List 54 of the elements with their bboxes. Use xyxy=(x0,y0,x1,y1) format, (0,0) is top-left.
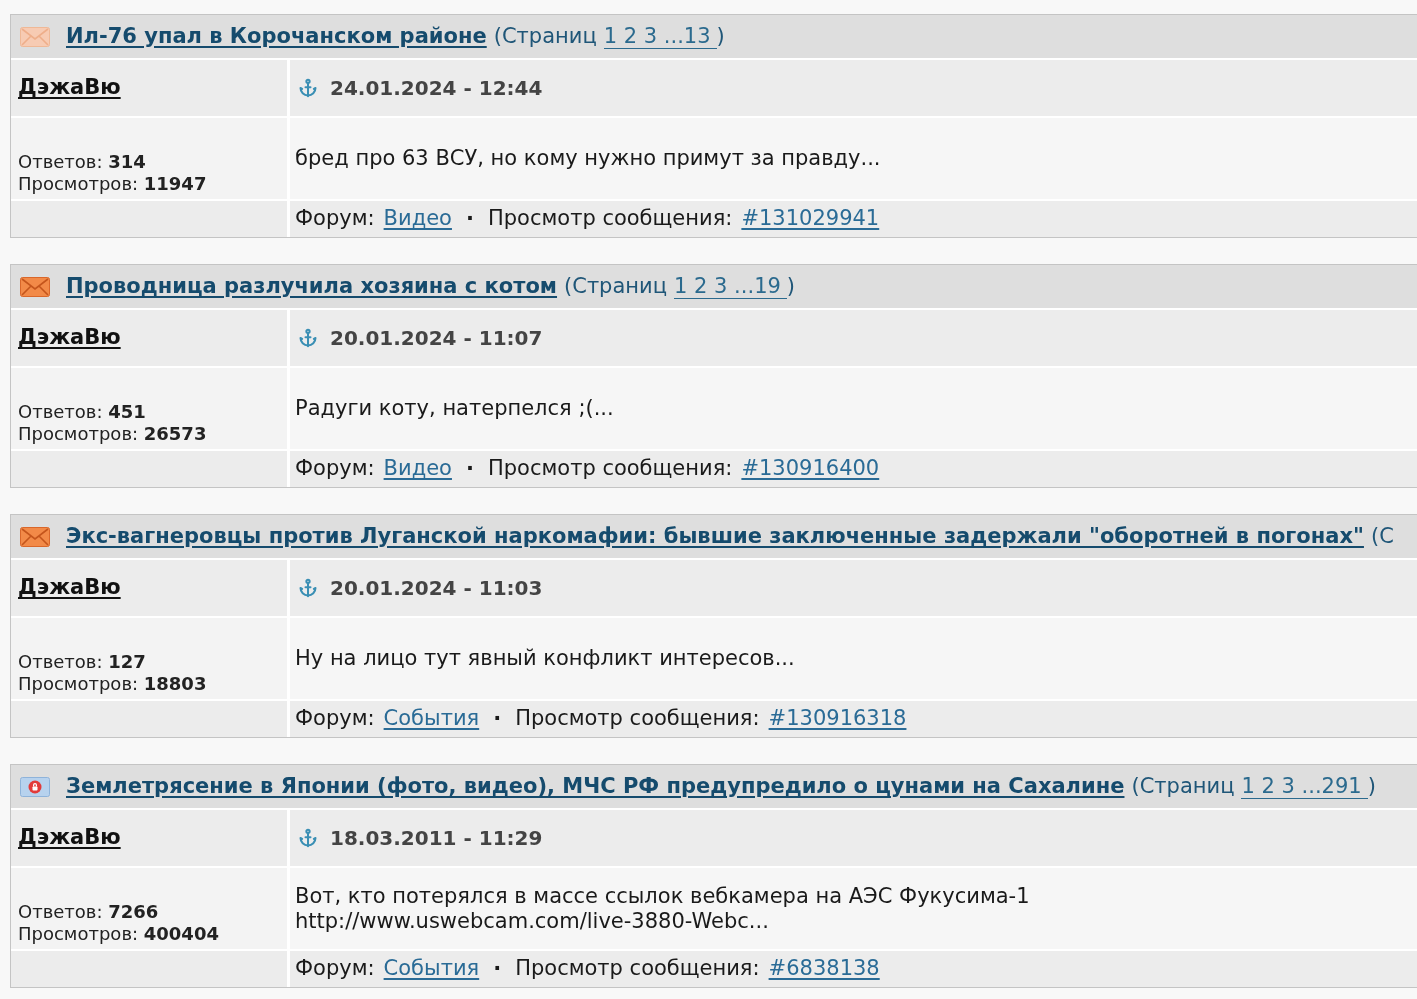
post-view-label: Просмотр сообщения: xyxy=(515,705,760,733)
message-text: Ну на лицо тут явный конфликт интересов... xyxy=(295,646,795,671)
anchor-icon[interactable] xyxy=(298,578,318,598)
forum-link[interactable]: События xyxy=(383,953,480,985)
topic-title-link[interactable]: Землетрясение в Японии (фото, видео), МЧС РФ предупредило о цунами на Сахалине xyxy=(66,770,1125,803)
replies-count: Ответов: 314 xyxy=(18,151,147,173)
views-count: Просмотров: 26573 xyxy=(18,423,208,445)
post-number-link[interactable]: #6838138 xyxy=(768,953,880,985)
anchor-icon[interactable] xyxy=(298,328,318,348)
post-date: 20.01.2024 - 11:03 xyxy=(330,575,543,602)
post-view-label: Просмотр сообщения: xyxy=(515,955,760,983)
post-date: 24.01.2024 - 12:44 xyxy=(330,75,543,102)
pages-label: (Страниц xyxy=(1131,772,1235,800)
topic-title-link[interactable]: Проводница разлучила хозяина с котом xyxy=(66,270,558,303)
views-count: Просмотров: 400404 xyxy=(18,923,220,945)
separator-dot: · xyxy=(465,455,474,483)
forum-label: Форум: xyxy=(295,705,375,733)
replies-count: Ответов: 7266 xyxy=(18,901,160,923)
topic-title-link[interactable]: Экс-вагнеровцы против Луганской наркомафии: бывшие заключенные задержали "оборотней в погонах" xyxy=(66,520,1364,553)
forum-label: Форум: xyxy=(295,955,375,983)
replies-count: Ответов: 451 xyxy=(18,401,147,423)
pages-label: (С xyxy=(1370,522,1394,550)
post-view-label: Просмотр сообщения: xyxy=(487,205,733,233)
pages-label: (Страниц xyxy=(493,22,597,50)
separator-dot: · xyxy=(465,205,474,233)
pages-link[interactable]: 1 2 3 ...19 xyxy=(674,274,787,299)
replies-count: Ответов: 127 xyxy=(18,651,147,673)
pages-link[interactable]: 1 2 3 ...13 xyxy=(603,24,717,49)
separator-dot: · xyxy=(493,705,502,733)
pages-close-paren: ) xyxy=(716,22,725,50)
views-count: Просмотров: 18803 xyxy=(18,673,208,695)
forum-link[interactable]: События xyxy=(383,703,480,735)
pages-close-paren: ) xyxy=(786,272,796,300)
post-date: 18.03.2011 - 11:29 xyxy=(330,825,543,852)
post-date: 20.01.2024 - 11:07 xyxy=(330,325,543,352)
message-text: Вот, кто потерялся в массе ссылок вебкамера на АЭС Фукусима-1 http://www.uswebcam.com/live-3880-Webc... xyxy=(295,883,1030,934)
pages-label: (Страниц xyxy=(564,272,667,300)
post-number-link[interactable]: #130916400 xyxy=(741,453,880,485)
forum-label: Форум: xyxy=(295,455,375,483)
anchor-icon[interactable] xyxy=(298,828,318,848)
post-number-link[interactable]: #131029941 xyxy=(741,203,880,235)
message-text: бред про 63 ВСУ, но кому нужно примут за правду... xyxy=(295,146,881,171)
forum-link[interactable]: Видео xyxy=(383,453,452,485)
separator-dot: · xyxy=(493,955,502,983)
pages-close-paren: ) xyxy=(1367,772,1376,800)
anchor-icon[interactable] xyxy=(298,78,318,98)
forum-label: Форум: xyxy=(295,205,375,233)
post-number-link[interactable]: #130916318 xyxy=(768,703,907,735)
message-text: Радуги коту, натерпелся ;(... xyxy=(295,396,614,421)
topic-title-link[interactable]: Ил-76 упал в Корочанском районе xyxy=(66,20,487,53)
views-count: Просмотров: 11947 xyxy=(18,173,208,195)
pages-link[interactable]: 1 2 3 ...291 xyxy=(1241,774,1368,799)
post-view-label: Просмотр сообщения: xyxy=(487,455,733,483)
forum-link[interactable]: Видео xyxy=(383,203,452,235)
